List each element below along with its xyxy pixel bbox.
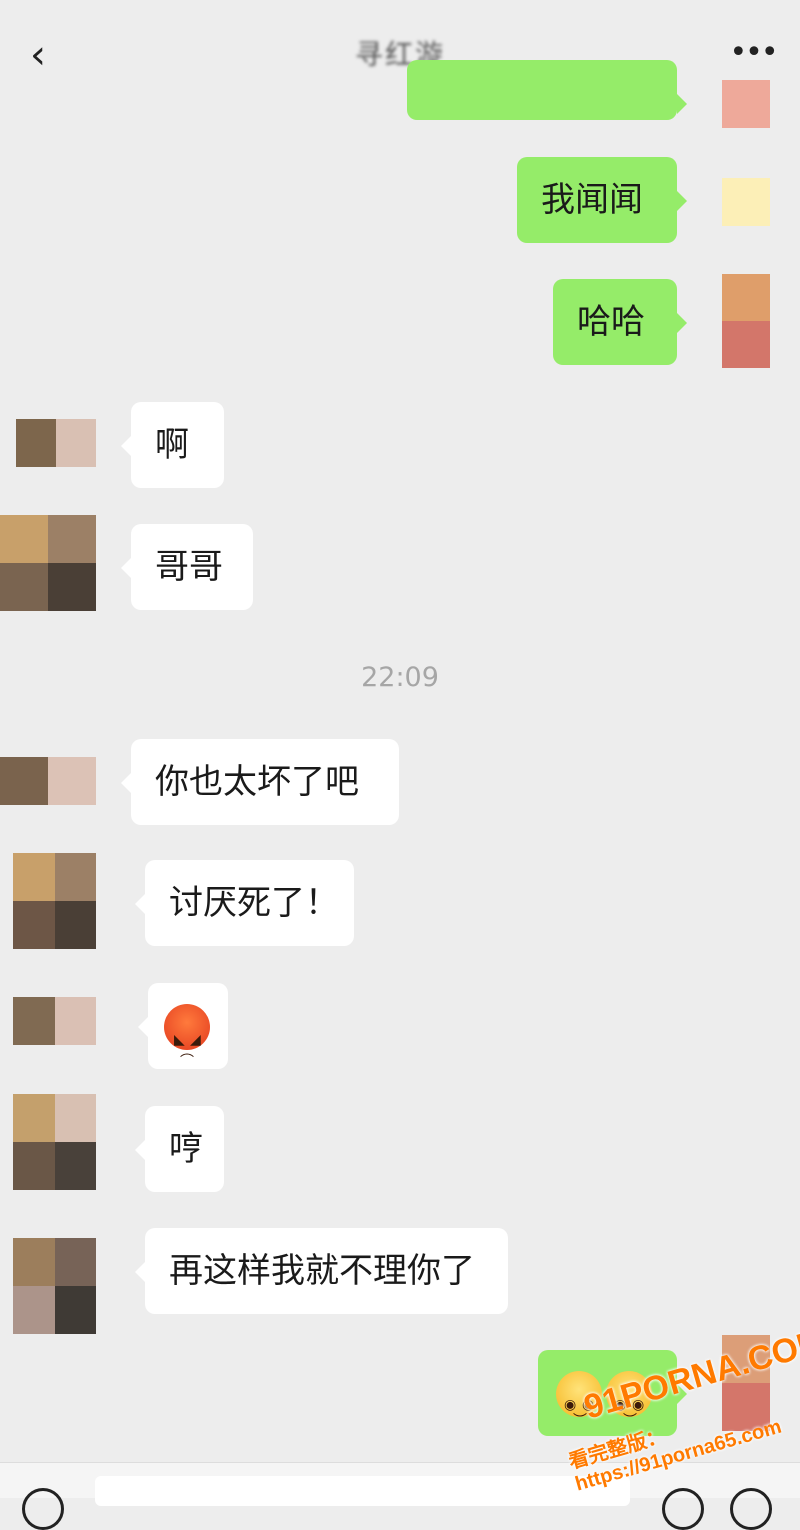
- avatar[interactable]: [13, 853, 96, 949]
- avatar[interactable]: [722, 274, 770, 368]
- message-bubble-sent[interactable]: 我闻闻: [517, 157, 687, 243]
- avatar[interactable]: [13, 1238, 96, 1334]
- message-bubble-received[interactable]: 哥哥: [121, 524, 253, 610]
- chevron-left-icon: ‹: [30, 32, 46, 78]
- message-bubble-received[interactable]: 你也太坏了吧: [121, 739, 399, 825]
- emoji-icon[interactable]: [662, 1488, 704, 1530]
- message-bubble-received[interactable]: 讨厌死了！: [135, 860, 354, 946]
- message-bubble-sent[interactable]: 哈哈: [553, 279, 687, 365]
- voice-icon[interactable]: [22, 1488, 64, 1530]
- message-bubble-received[interactable]: ◣ ◢ ︵: [138, 983, 228, 1069]
- watermark: 91PORNA.COM 看完整版：https://91porna65.com: [540, 1288, 800, 1495]
- avatar[interactable]: [13, 997, 96, 1045]
- plus-icon[interactable]: [730, 1488, 772, 1530]
- avatar[interactable]: [722, 80, 770, 128]
- message-bubble-received[interactable]: 啊: [121, 402, 224, 488]
- message-bubble-received[interactable]: 哼: [135, 1106, 224, 1192]
- avatar[interactable]: [16, 419, 96, 467]
- message-timestamp: 22:09: [361, 662, 439, 693]
- angry-face-icon: ◣ ◢ ︵: [164, 1003, 210, 1060]
- avatar[interactable]: [13, 1094, 96, 1190]
- avatar[interactable]: [0, 515, 96, 611]
- more-button[interactable]: •••: [728, 30, 778, 80]
- ellipsis-icon: •••: [729, 35, 778, 70]
- message-bubble-sent[interactable]: [407, 60, 687, 120]
- back-button[interactable]: ‹: [18, 30, 58, 80]
- avatar[interactable]: [0, 757, 96, 805]
- message-bubble-received[interactable]: 再这样我就不理你了: [135, 1228, 508, 1314]
- message-input[interactable]: [95, 1476, 630, 1506]
- avatar[interactable]: [722, 178, 770, 226]
